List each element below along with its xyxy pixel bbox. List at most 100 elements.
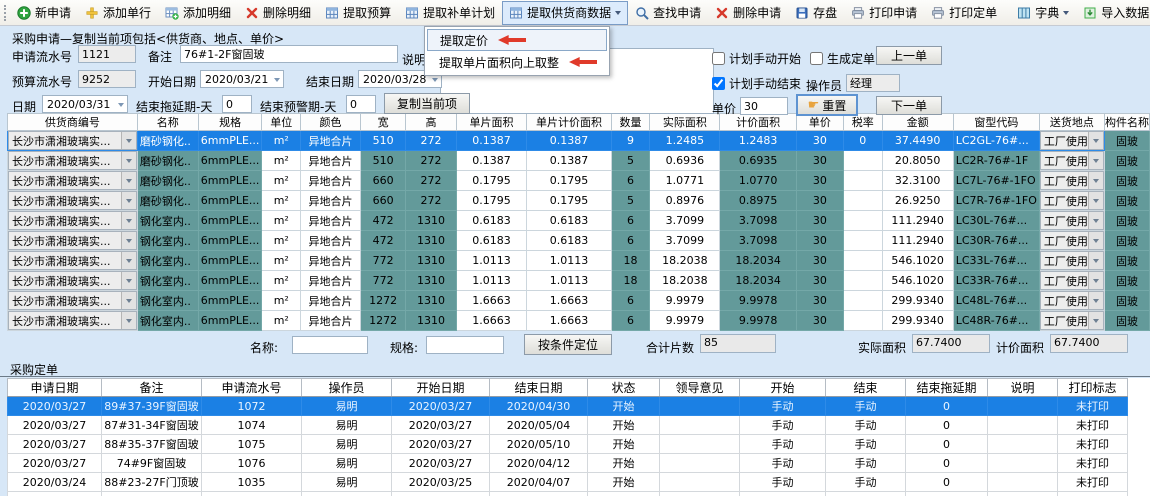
chevron-down-icon[interactable] <box>1088 232 1103 249</box>
locate-by-condition-button[interactable]: 按条件定位 <box>524 334 612 355</box>
chevron-down-icon[interactable] <box>1088 172 1103 189</box>
table-cell[interactable]: 1035 <box>202 473 302 492</box>
table-cell[interactable]: 30 <box>796 311 843 331</box>
supplier-combo[interactable]: 长沙市潇湘玻璃实... <box>8 211 138 231</box>
table-row[interactable]: 2020/03/2774#9F窗固玻1076易明2020/03/272020/0… <box>8 454 1128 473</box>
table-cell[interactable]: 1075 <box>202 435 302 454</box>
table-cell[interactable]: 546.1020 <box>882 271 953 291</box>
table-cell[interactable]: 未打印 <box>1058 416 1128 435</box>
table-cell[interactable]: 37.4490 <box>882 131 953 151</box>
table-cell[interactable]: 2020/03/27 <box>392 454 490 473</box>
table-cell[interactable]: 0.1387 <box>456 151 527 171</box>
table-cell[interactable] <box>740 492 826 496</box>
table-cell[interactable] <box>660 416 740 435</box>
table-cell[interactable]: 272 <box>406 191 456 211</box>
table-cell[interactable]: 74#9F窗固玻 <box>102 454 202 473</box>
table-cell[interactable]: LC2GL-76#... <box>953 131 1039 151</box>
supplier-combo[interactable]: 长沙市潇湘玻璃实... <box>8 311 138 331</box>
date-picker[interactable]: 2020/03/31 <box>42 95 128 113</box>
table-cell[interactable] <box>660 454 740 473</box>
table-cell[interactable]: 手动 <box>740 397 826 416</box>
column-header[interactable]: 实际面积 <box>650 114 720 131</box>
column-header[interactable]: 名称 <box>137 114 198 131</box>
operator-input[interactable] <box>846 74 900 92</box>
table-row[interactable]: 长沙市潇湘玻璃实...钢化室内..6mmPLE...m²异地合片12721310… <box>8 291 1150 311</box>
table-cell[interactable] <box>843 311 882 331</box>
table-cell[interactable]: 32.3100 <box>882 171 953 191</box>
table-cell[interactable]: 87#31-34F窗固玻 <box>102 416 202 435</box>
chevron-down-icon[interactable] <box>274 78 280 85</box>
column-header[interactable]: 颜色 <box>301 114 361 131</box>
toolbar-button-11[interactable]: 打印申请 <box>844 1 924 25</box>
chevron-down-icon[interactable] <box>615 11 621 18</box>
table-cell[interactable]: 钢化室内.. <box>137 251 198 271</box>
chevron-down-icon[interactable] <box>118 103 124 110</box>
table-cell[interactable]: 1272 <box>360 291 405 311</box>
table-cell[interactable] <box>988 435 1058 454</box>
plan-manual-end-input[interactable] <box>712 77 725 90</box>
table-row[interactable]: 长沙市潇湘玻璃实...钢化室内..6mmPLE...m²异地合片12721310… <box>8 311 1150 331</box>
table-cell[interactable]: 1.0113 <box>456 271 527 291</box>
table-cell[interactable]: m² <box>262 231 301 251</box>
table-cell[interactable]: 1310 <box>406 251 456 271</box>
table-cell[interactable] <box>843 291 882 311</box>
table-cell[interactable]: 3.7098 <box>720 211 797 231</box>
menu-item-2[interactable]: 提取单片面积向上取整 <box>427 51 607 73</box>
table-cell[interactable]: 1.6663 <box>527 291 611 311</box>
table-cell[interactable]: 开始 <box>588 454 660 473</box>
table-cell[interactable]: 272 <box>406 131 456 151</box>
previous-order-button[interactable]: 上一单 <box>876 46 942 65</box>
table-cell[interactable]: 6mmPLE... <box>198 131 262 151</box>
table-cell[interactable]: 磨砂钢化.. <box>137 191 198 211</box>
table-cell[interactable]: 未打印 <box>1058 454 1128 473</box>
table-row[interactable]: 长沙市潇湘玻璃实...磨砂钢化..6mmPLE...m²异地合片6602720.… <box>8 171 1150 191</box>
column-header[interactable]: 宽 <box>360 114 405 131</box>
table-cell[interactable]: m² <box>262 151 301 171</box>
table-cell[interactable]: 299.9340 <box>882 291 953 311</box>
column-header[interactable]: 说明 <box>988 379 1058 397</box>
table-cell[interactable]: 6 <box>611 231 650 251</box>
chevron-down-icon[interactable] <box>1088 132 1103 149</box>
table-cell[interactable]: 2020/03/27 <box>8 416 102 435</box>
table-cell[interactable]: 18.2034 <box>720 271 797 291</box>
column-header[interactable]: 结束 <box>826 379 906 397</box>
table-cell[interactable]: 0 <box>843 131 882 151</box>
toolbar-button-10[interactable]: 存盘 <box>788 1 844 25</box>
table-cell[interactable]: 18 <box>611 271 650 291</box>
toolbar-button-12[interactable]: 打印定单 <box>924 1 1004 25</box>
table-cell[interactable]: LC33L-76#... <box>953 251 1039 271</box>
table-cell[interactable]: 272 <box>406 171 456 191</box>
table-cell[interactable]: 26.9250 <box>882 191 953 211</box>
table-cell[interactable]: LC48R-76#... <box>953 311 1039 331</box>
table-cell[interactable]: 0.1387 <box>527 131 611 151</box>
column-header[interactable]: 供货商编号 <box>8 114 138 131</box>
supplier-combo[interactable]: 长沙市潇湘玻璃实... <box>8 251 138 271</box>
table-cell[interactable]: 6mmPLE... <box>198 311 262 331</box>
column-header[interactable]: 金额 <box>882 114 953 131</box>
table-cell[interactable]: 1.6663 <box>527 311 611 331</box>
table-cell[interactable]: 0 <box>906 397 988 416</box>
table-cell[interactable]: 6mmPLE... <box>198 251 262 271</box>
table-cell[interactable]: 开始 <box>588 473 660 492</box>
table-cell[interactable]: 30 <box>796 171 843 191</box>
table-cell[interactable]: 660 <box>360 171 405 191</box>
delivery-combo[interactable]: 工厂使用 <box>1039 151 1104 171</box>
column-header[interactable]: 单价 <box>796 114 843 131</box>
table-cell[interactable]: 未打印 <box>1058 473 1128 492</box>
table-cell[interactable]: 手动 <box>826 454 906 473</box>
column-header[interactable]: 单片计价面积 <box>527 114 611 131</box>
chevron-down-icon[interactable] <box>1088 252 1103 269</box>
table-cell[interactable]: 2020/05/10 <box>490 435 588 454</box>
column-header[interactable]: 税率 <box>843 114 882 131</box>
table-row[interactable]: 2020/03/2788#35-37F窗固玻1075易明2020/03/2720… <box>8 435 1128 454</box>
table-cell[interactable]: 6mmPLE... <box>198 151 262 171</box>
toolbar-button-14[interactable]: 导入数据 <box>1076 1 1150 25</box>
table-cell[interactable]: 20.8050 <box>882 151 953 171</box>
table-cell[interactable]: 0.6183 <box>456 231 527 251</box>
column-header[interactable]: 结束拖延期 <box>906 379 988 397</box>
table-cell[interactable]: 手动 <box>740 473 826 492</box>
table-cell[interactable] <box>988 397 1058 416</box>
table-cell[interactable]: 异地合片 <box>301 131 361 151</box>
table-cell[interactable] <box>843 211 882 231</box>
table-row[interactable]: 长沙市潇湘玻璃实...磨砂钢化..6mmPLE...m²异地合片5102720.… <box>8 151 1150 171</box>
